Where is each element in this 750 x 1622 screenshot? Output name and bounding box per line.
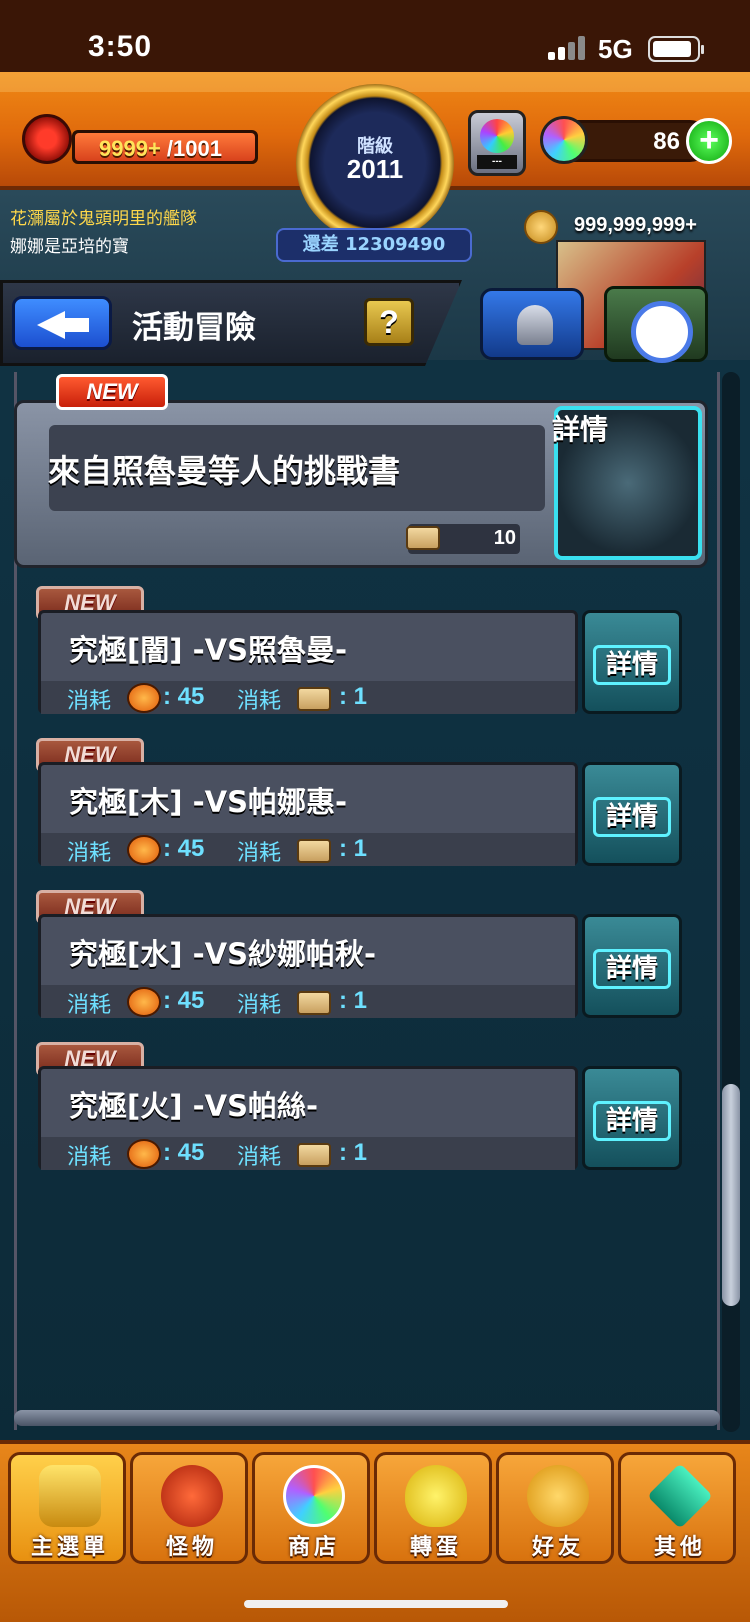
notice-line-2: 娜娜是亞培的寶 xyxy=(10,237,129,257)
ticket-cost: : 1 xyxy=(339,683,368,710)
help-button[interactable]: ? xyxy=(364,298,414,346)
stamina-cost: : 45 xyxy=(163,835,205,862)
cell-signal-icon xyxy=(548,36,588,60)
ticket-icon xyxy=(406,526,440,550)
tab-label: 其他 xyxy=(653,1535,706,1560)
quest-title: 究極[水] -ᐯS紗娜帕秋- xyxy=(69,937,377,971)
scrollbar[interactable] xyxy=(722,372,740,1432)
featured-detail-label: 詳情 xyxy=(552,413,609,446)
tab-label: 怪物 xyxy=(165,1535,218,1560)
quest-detail-button[interactable]: 詳情 xyxy=(582,762,682,866)
tab-shop[interactable]: 商店 xyxy=(252,1452,370,1564)
ticket-icon xyxy=(297,991,331,1015)
stamina-cost: : 45 xyxy=(163,1139,205,1166)
friends-icon xyxy=(527,1465,589,1527)
notice-line-1: 花瀰屬於鬼頭明里的艦隊 xyxy=(10,209,197,229)
rainbow-orb-icon xyxy=(283,1465,345,1527)
gacha-machine-icon[interactable]: --- xyxy=(468,110,526,176)
quest-row[interactable]: 究極[火] -ᐯS帕絲- 消耗 : 45 消耗 : 1 詳情 xyxy=(38,1066,682,1170)
ticket-cost: : 1 xyxy=(339,835,368,862)
quest-title: 究極[火] -ᐯS帕絲- xyxy=(69,1089,319,1123)
back-button[interactable] xyxy=(12,296,112,350)
quest-title: 究極[木] -ᐯS帕娜惠- xyxy=(69,785,348,819)
tab-other[interactable]: 其他 xyxy=(618,1452,736,1564)
detail-label: 詳情 xyxy=(593,797,671,837)
panel-bottom-rail xyxy=(14,1410,720,1426)
quest-detail-button[interactable]: 詳情 xyxy=(582,610,682,714)
diamond-icon xyxy=(647,1463,713,1529)
bell-notification-button[interactable] xyxy=(480,288,584,360)
cost-label: 消耗 xyxy=(237,689,282,714)
new-badge: NEW xyxy=(56,374,168,410)
home-indicator[interactable] xyxy=(244,1600,508,1608)
tab-label: 好友 xyxy=(531,1535,584,1560)
gacha-counter: --- xyxy=(477,155,517,169)
tab-gacha[interactable]: 轉蛋 xyxy=(374,1452,492,1564)
ticket-cost: : 1 xyxy=(339,987,368,1014)
battery-icon xyxy=(648,36,704,62)
quest-row[interactable]: 究極[水] -ᐯS紗娜帕秋- 消耗 : 45 消耗 : 1 詳情 xyxy=(38,914,682,1018)
quest-row[interactable]: 究極[木] -ᐯS帕娜惠- 消耗 : 45 消耗 : 1 詳情 xyxy=(38,762,682,866)
rank-exp-remaining: 還差 12309490 xyxy=(276,228,472,262)
quest-body: 究極[木] -ᐯS帕娜惠- 消耗 : 45 消耗 : 1 xyxy=(38,762,578,866)
rank-badge[interactable]: 階級 2011 xyxy=(296,84,454,242)
coin-count: 999,999,999+ xyxy=(574,214,697,236)
status-bar: 3:50 5G xyxy=(0,0,750,72)
quest-title: 究極[闇] -ᐯS照魯曼- xyxy=(69,633,348,667)
page-title: 活動冒險 xyxy=(132,310,256,346)
ticket-icon xyxy=(297,839,331,863)
stamina-mini-icon xyxy=(127,987,161,1017)
buy-orbs-button[interactable]: + xyxy=(686,118,732,164)
ticket-icon xyxy=(297,1143,331,1167)
cost-label: 消耗 xyxy=(237,1145,282,1170)
detail-label: 詳情 xyxy=(593,1101,671,1141)
stamina-max: /1001 xyxy=(166,136,222,161)
tab-friends[interactable]: 好友 xyxy=(496,1452,614,1564)
featured-ticket-count: 10 xyxy=(493,527,516,549)
ticket-icon xyxy=(297,687,331,711)
tab-label: 轉蛋 xyxy=(409,1535,462,1560)
stamina-mini-icon xyxy=(127,683,161,713)
cost-label: 消耗 xyxy=(67,993,112,1018)
quest-body: 究極[闇] -ᐯS照魯曼- 消耗 : 45 消耗 : 1 xyxy=(38,610,578,714)
stamina-cost: : 45 xyxy=(163,987,205,1014)
tab-main-menu[interactable]: 主選單 xyxy=(8,1452,126,1564)
orb-icon xyxy=(540,116,588,164)
egg-icon xyxy=(405,1465,467,1527)
tab-monsters[interactable]: 怪物 xyxy=(130,1452,248,1564)
tab-label: 商店 xyxy=(287,1535,340,1560)
cost-label: 消耗 xyxy=(67,689,112,714)
monster-icon xyxy=(161,1465,223,1527)
stamina-icon xyxy=(22,114,72,164)
stamina-bar: 9999+ /1001 xyxy=(72,130,258,164)
cost-label: 消耗 xyxy=(237,841,282,866)
quest-body: 究極[水] -ᐯS紗娜帕秋- 消耗 : 45 消耗 : 1 xyxy=(38,914,578,1018)
castle-icon xyxy=(39,1465,101,1527)
stamina-value: 9999+ xyxy=(99,136,161,161)
rank-value: 2011 xyxy=(346,154,404,184)
ticket-cost: : 1 xyxy=(339,1139,368,1166)
orb-count: 86 xyxy=(653,128,680,155)
stamina-mini-icon xyxy=(127,1139,161,1169)
network-type: 5G xyxy=(598,34,633,64)
tab-label: 主選單 xyxy=(30,1535,109,1560)
featured-event-title: 來自照魯曼等人的挑戰書 xyxy=(48,452,401,490)
quest-detail-button[interactable]: 詳情 xyxy=(582,914,682,1018)
scrollbar-thumb[interactable] xyxy=(722,1084,740,1307)
game-screen: 3:50 5G 9999+ /1001 階級 2011 還差 12309490 … xyxy=(0,0,750,1622)
detail-label: 詳情 xyxy=(593,645,671,685)
status-time: 3:50 xyxy=(88,30,153,63)
coin-icon xyxy=(524,210,558,244)
cost-label: 消耗 xyxy=(237,993,282,1018)
quest-row[interactable]: 究極[闇] -ᐯS照魯曼- 消耗 : 45 消耗 : 1 詳情 xyxy=(38,610,682,714)
stamina-mini-icon xyxy=(127,835,161,865)
detail-label: 詳情 xyxy=(593,949,671,989)
stamina-text: 9999+ /1001 xyxy=(99,136,222,162)
quest-body: 究極[火] -ᐯS帕絲- 消耗 : 45 消耗 : 1 xyxy=(38,1066,578,1170)
timer-boost-button[interactable] xyxy=(604,286,708,363)
stamina-cost: : 45 xyxy=(163,683,205,710)
cost-label: 消耗 xyxy=(67,841,112,866)
quest-detail-button[interactable]: 詳情 xyxy=(582,1066,682,1170)
cost-label: 消耗 xyxy=(67,1145,112,1170)
